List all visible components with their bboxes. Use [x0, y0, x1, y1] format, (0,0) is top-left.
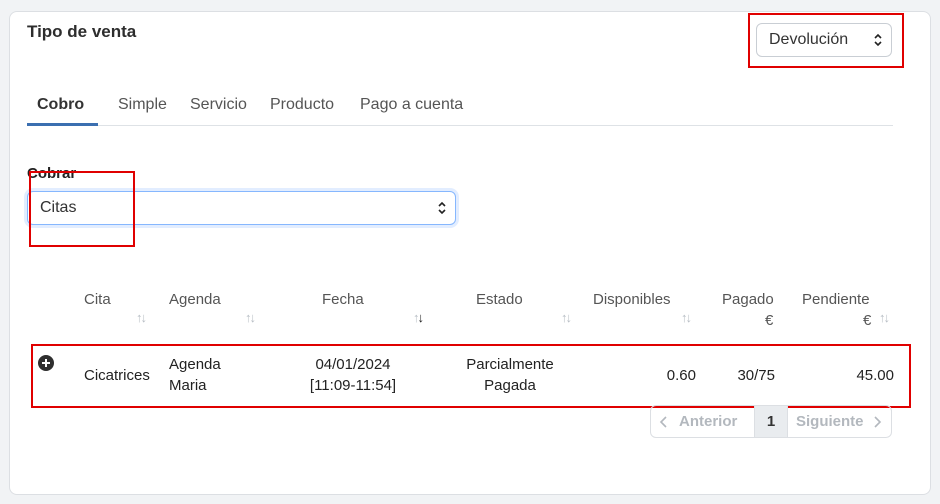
row-estado-line1: Parcialmente	[466, 356, 554, 373]
sale-type-select[interactable]: Devolución	[756, 23, 892, 57]
tab-bar: Cobro Simple Servicio Producto Pago a cu…	[27, 88, 893, 126]
sort-arrows-icon[interactable]: ↑↓	[561, 310, 572, 325]
cobrar-select[interactable]: Citas	[27, 191, 456, 225]
row-fecha-time: [11:09-11:54]	[309, 377, 397, 394]
sort-arrows-icon[interactable]: ↑↓	[245, 310, 256, 325]
tab-producto[interactable]: Producto	[270, 96, 334, 114]
row-fecha: 04/01/2024 [11:09-11:54]	[300, 354, 406, 396]
row-fecha-date: 04/01/2024	[315, 356, 391, 373]
row-estado-line2: Pagada	[484, 377, 536, 394]
active-tab-indicator	[27, 123, 98, 126]
cobrar-label: Cobrar	[27, 165, 77, 182]
sort-arrows-icon[interactable]: ↑↓	[681, 310, 692, 325]
tab-cobro[interactable]: Cobro	[37, 96, 84, 114]
sort-desc-icon[interactable]: ↑↓	[413, 310, 424, 325]
cobrar-select-value: Citas	[40, 199, 77, 216]
header-cita[interactable]: Cita	[84, 291, 111, 308]
row-cita: Cicatrices	[84, 367, 150, 384]
card-title: Tipo de venta	[27, 22, 137, 41]
row-pagado: 30/75	[737, 367, 775, 384]
chevron-up-down-icon	[874, 33, 882, 47]
row-pendiente: 45.00	[856, 367, 894, 384]
sale-type-select-value: Devolución	[769, 31, 849, 48]
pagination-page-1[interactable]: 1	[755, 406, 788, 437]
tab-simple[interactable]: Simple	[118, 96, 167, 114]
plus-circle-icon[interactable]	[38, 355, 54, 371]
header-pagado-unit: €	[765, 312, 774, 329]
pagination-prev[interactable]: Anterior	[651, 406, 755, 437]
sort-arrows-icon[interactable]: ↑↓	[136, 310, 147, 325]
tab-pago-a-cuenta[interactable]: Pago a cuenta	[360, 96, 463, 114]
pagination-next[interactable]: Siguiente	[788, 406, 891, 437]
header-pendiente[interactable]: Pendiente	[802, 291, 870, 308]
row-estado: Parcialmente Pagada	[455, 354, 565, 396]
row-agenda-line1: Agenda	[169, 356, 221, 373]
header-agenda[interactable]: Agenda	[169, 291, 221, 308]
row-agenda: Agenda Maria	[169, 354, 221, 396]
chevron-left-icon	[659, 415, 667, 428]
sort-arrows-icon[interactable]: ↑↓	[879, 310, 890, 325]
header-disponibles[interactable]: Disponibles	[593, 291, 671, 308]
tab-servicio[interactable]: Servicio	[190, 96, 247, 114]
header-pendiente-unit: €	[863, 312, 872, 329]
header-fecha[interactable]: Fecha	[322, 291, 364, 308]
pagination-prev-label: Anterior	[679, 413, 738, 430]
pagination: Anterior 1 Siguiente	[650, 405, 892, 438]
pagination-next-label: Siguiente	[796, 413, 864, 430]
header-pagado[interactable]: Pagado	[722, 291, 774, 308]
header-estado[interactable]: Estado	[476, 291, 523, 308]
row-disponibles: 0.60	[666, 367, 696, 384]
chevron-up-down-icon	[438, 201, 446, 215]
row-agenda-line2: Maria	[169, 377, 207, 394]
chevron-right-icon	[873, 415, 881, 428]
